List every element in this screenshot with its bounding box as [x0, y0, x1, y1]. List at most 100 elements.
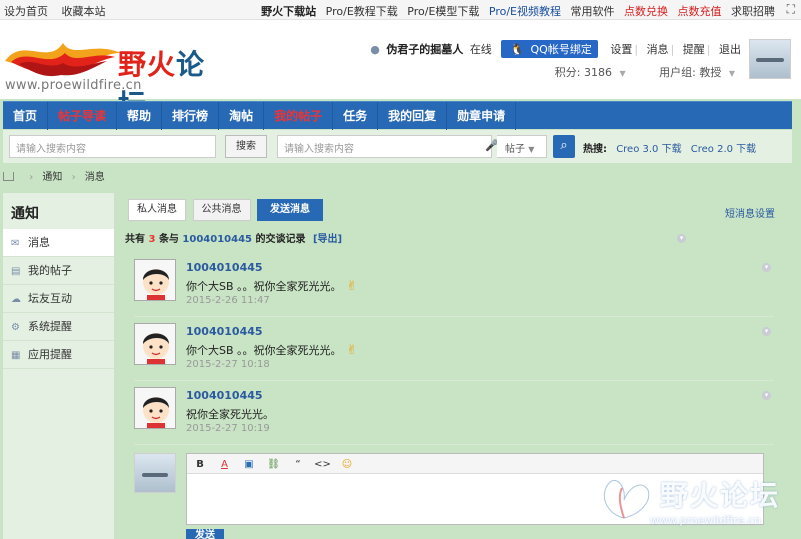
gear-icon: ⚙ — [11, 322, 20, 333]
message-settings-link[interactable]: 短消息设置 — [725, 205, 775, 220]
nav-help[interactable]: 帮助 — [117, 102, 163, 130]
sidebar-item-label: 系统提醒 — [28, 320, 72, 333]
bold-icon[interactable]: B — [191, 459, 209, 470]
messages-link[interactable]: 消息 — [647, 43, 669, 56]
qq-penguin-icon: 🐧 — [510, 43, 525, 56]
nav-ranking[interactable]: 排行榜 — [162, 102, 220, 130]
group-menu[interactable]: 用户组: 教授 ▼ — [655, 66, 735, 79]
nav-guide[interactable]: 帖子导读 — [48, 102, 118, 130]
cartoon-face-icon — [143, 333, 169, 364]
message-body: 祝你全家死光光。 — [186, 408, 274, 421]
group-label: 用户组: 教授 — [659, 66, 722, 79]
breadcrumb-message: 消息 — [84, 172, 105, 183]
quick-search-button[interactable]: 搜索 — [225, 135, 267, 158]
sidebar-item-apps[interactable]: ▦ 应用提醒 — [3, 341, 114, 369]
download-site-link[interactable]: 野火下载站 — [261, 5, 316, 18]
code-icon[interactable]: <> — [314, 459, 332, 470]
cartoon-face-icon — [143, 269, 169, 300]
hot-link-creo2[interactable]: Creo 2.0 下载 — [691, 144, 756, 155]
sidebar-item-messages[interactable]: ✉ 消息 — [3, 229, 114, 257]
watermark-title: 野火论坛 — [660, 479, 781, 512]
message-text: 祝你全家死光光。 — [186, 406, 274, 422]
divider: | — [670, 43, 675, 56]
set-homepage-link[interactable]: 设为首页 — [4, 5, 48, 18]
nav-my-posts[interactable]: 我的帖子 — [264, 102, 334, 130]
breadcrumb-separator: › — [29, 172, 34, 183]
bookmark-link[interactable]: 收藏本站 — [62, 5, 106, 18]
proe-video-link[interactable]: Pro/E视频教程 — [489, 5, 561, 18]
hot-link-creo3[interactable]: Creo 3.0 下载 — [616, 144, 681, 155]
message-sender[interactable]: 1004010445 — [186, 389, 263, 402]
nav-tasks[interactable]: 任务 — [333, 102, 379, 130]
breadcrumb-notice[interactable]: 通知 — [42, 172, 62, 183]
send-message-button[interactable]: 发送消息 — [257, 199, 323, 221]
sidebar-item-my-posts[interactable]: ▤ 我的帖子 — [3, 257, 114, 285]
message-body: 你个大SB 。。祝你全家死光光。 — [186, 344, 342, 357]
proe-model-link[interactable]: Pro/E模型下载 — [407, 5, 479, 18]
username-link[interactable]: 伪君子的掘墓人 — [386, 43, 463, 56]
search-type-select[interactable]: 帖子 ▼ — [497, 135, 547, 158]
quick-search-input[interactable]: 请输入搜索内容 — [9, 135, 216, 158]
top-bar: 设为首页 收藏本站 野火下载站 Pro/E教程下载 Pro/E模型下载 Pro/… — [0, 0, 801, 20]
chevron-down-icon[interactable]: ▾ — [762, 327, 771, 336]
chevron-down-icon[interactable]: ▾ — [762, 263, 771, 272]
send-button[interactable]: 发送 — [186, 529, 224, 539]
flame-icon — [5, 43, 121, 77]
logout-link[interactable]: 退出 — [719, 43, 741, 56]
recruit-link[interactable]: 求职招聘 — [731, 5, 775, 18]
settings-link[interactable]: 设置 — [610, 43, 632, 56]
chevron-down-icon: ▼ — [728, 69, 735, 78]
logo-url: www.proewildfire.cn — [5, 78, 142, 93]
summary-prefix: 共有 — [125, 234, 145, 245]
tab-private-messages[interactable]: 私人消息 — [128, 199, 186, 221]
export-link[interactable]: [导出] — [313, 234, 342, 245]
nav-home[interactable]: 首页 — [3, 102, 49, 130]
search-input[interactable]: 请输入搜索内容 — [277, 135, 492, 158]
site-logo[interactable]: 野火论坛 www.proewildfire.cn — [3, 29, 215, 121]
qq-bind-button[interactable]: 🐧 QQ帐号绑定 — [501, 40, 598, 58]
sender-avatar[interactable] — [134, 259, 176, 301]
mail-icon: ✉ — [11, 238, 20, 249]
common-software-link[interactable]: 常用软件 — [571, 5, 615, 18]
sender-avatar[interactable] — [134, 387, 176, 429]
search-icon: ⌕ — [560, 138, 568, 153]
chevron-down-icon[interactable]: ▾ — [762, 391, 771, 400]
message-item: 1004010445 祝你全家死光光。 2015-2-27 10:19 ▾ — [134, 381, 774, 445]
sidebar-item-interaction[interactable]: ☁ 坛友互动 — [3, 285, 114, 313]
quote-icon[interactable]: “ — [289, 459, 307, 470]
message-sender[interactable]: 1004010445 — [186, 261, 263, 274]
font-color-icon[interactable]: A — [216, 459, 234, 470]
message-time: 2015-2-27 10:19 — [186, 423, 270, 434]
search-button[interactable]: ⌕ — [553, 135, 575, 158]
chevron-down-icon[interactable]: ▾ — [677, 234, 686, 243]
conversation-user-link[interactable]: 1004010445 — [182, 234, 252, 245]
hot-search-label: 热搜: — [583, 144, 607, 155]
my-avatar — [134, 453, 176, 493]
main-nav: 首页 帖子导读 帮助 排行榜 淘帖 我的帖子 任务 我的回复 勋章申请 — [3, 101, 792, 130]
notice-sidebar: 通知 ✉ 消息 ▤ 我的帖子 ☁ 坛友互动 ⚙ 系统提醒 ▦ 应用提醒 — [3, 193, 115, 539]
sender-avatar[interactable] — [134, 323, 176, 365]
avatar[interactable] — [749, 39, 791, 79]
tab-public-messages[interactable]: 公共消息 — [192, 199, 251, 221]
message-sender[interactable]: 1004010445 — [186, 325, 263, 338]
home-icon[interactable] — [3, 172, 14, 181]
image-icon[interactable]: ▣ — [240, 459, 258, 470]
proe-tutorial-link[interactable]: Pro/E教程下载 — [326, 5, 398, 18]
points-menu[interactable]: 积分: 3186 ▼ — [551, 66, 626, 79]
nav-taotie[interactable]: 淘帖 — [219, 102, 265, 130]
points-exchange-link[interactable]: 点数兑换 — [624, 5, 668, 18]
message-time: 2015-2-27 10:18 — [186, 359, 270, 370]
smiley-icon[interactable]: ☺ — [338, 459, 356, 470]
message-time: 2015-2-26 11:47 — [186, 295, 270, 306]
summary-mid: 条与 — [158, 234, 179, 245]
grid-icon: ▦ — [11, 350, 21, 361]
sidebar-item-system[interactable]: ⚙ 系统提醒 — [3, 313, 114, 341]
reminders-link[interactable]: 提醒 — [683, 43, 705, 56]
breadcrumb: › 通知 › 消息 — [3, 168, 105, 188]
nav-my-replies[interactable]: 我的回复 — [378, 102, 448, 130]
nav-medal[interactable]: 勋章申请 — [447, 102, 517, 130]
chevron-down-icon: ▼ — [619, 69, 626, 78]
points-recharge-link[interactable]: 点数充值 — [678, 5, 722, 18]
link-icon[interactable]: ⛓ — [265, 459, 283, 470]
fullscreen-icon[interactable]: ⛶ — [787, 2, 795, 17]
